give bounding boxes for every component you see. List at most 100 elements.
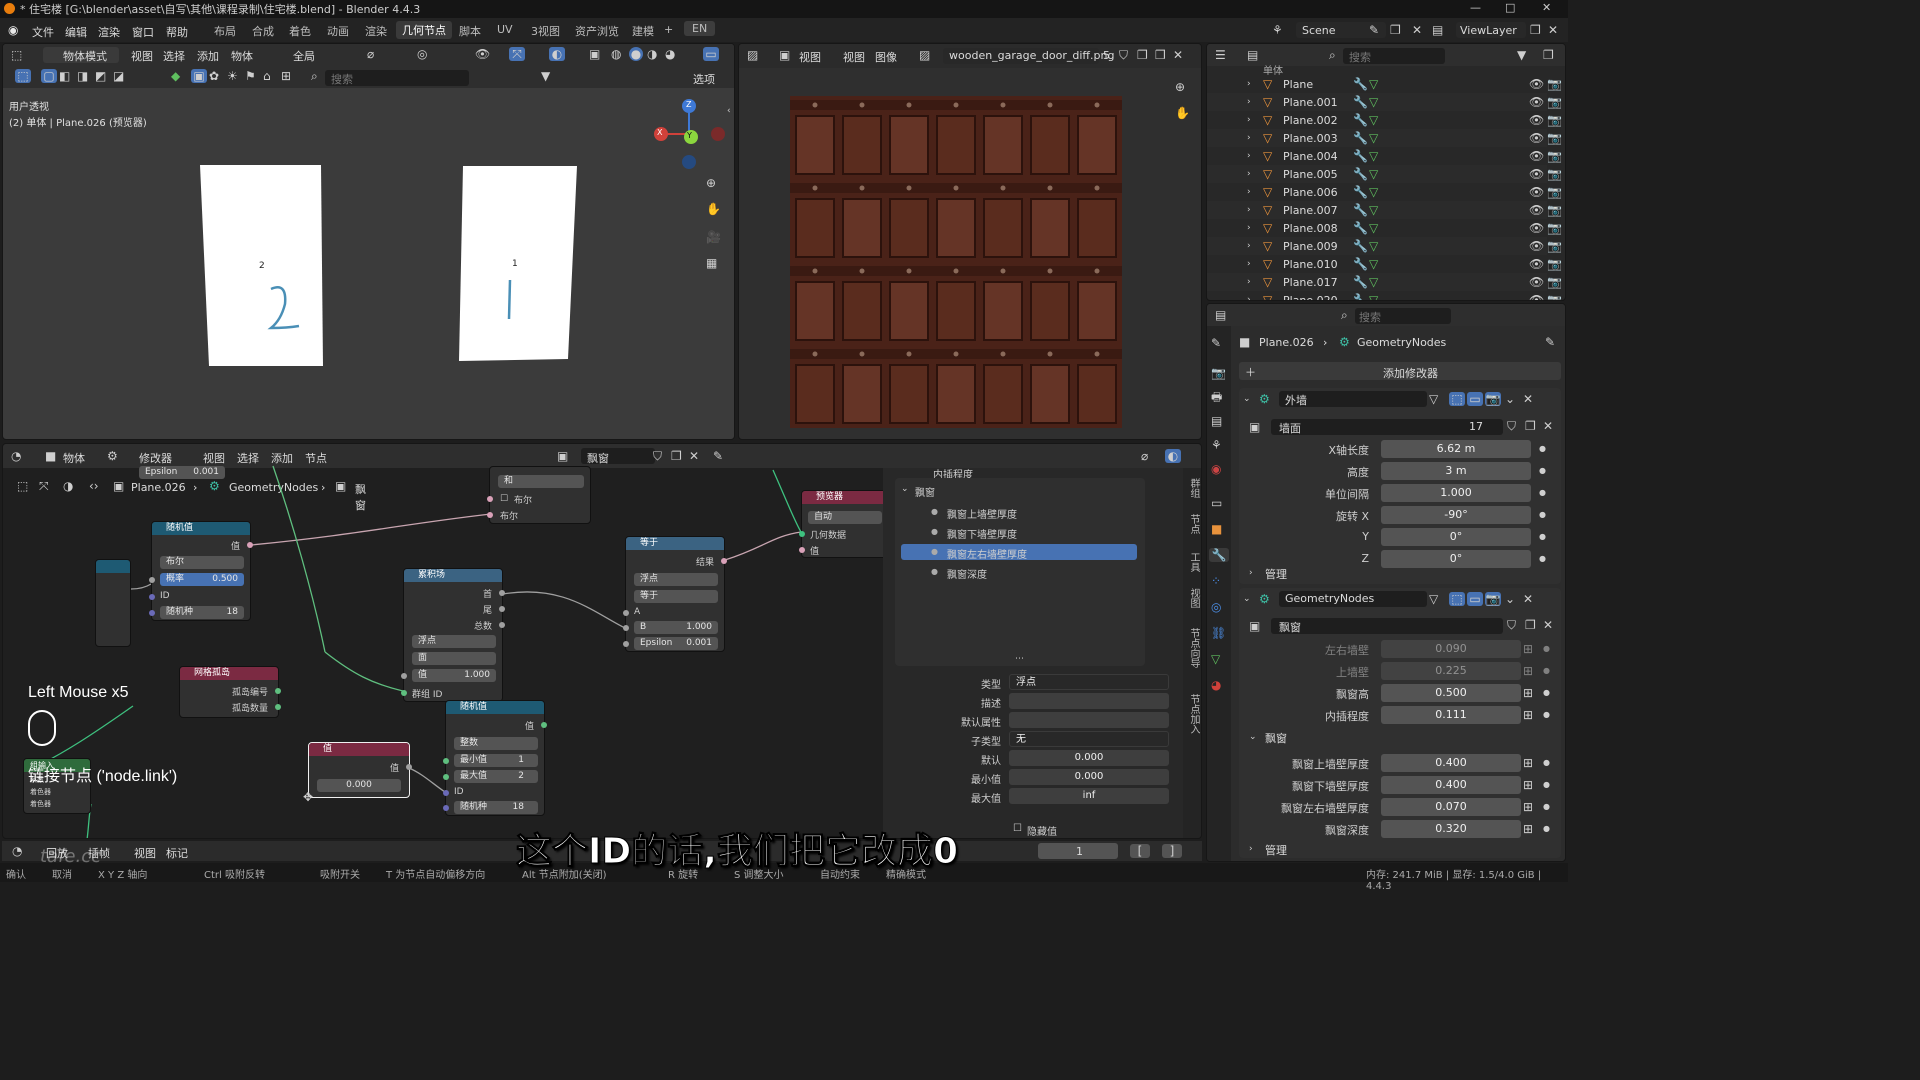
- maximize-button[interactable]: □: [1505, 1, 1515, 14]
- outliner-row[interactable]: › ▽ Plane.006 🔧 ▽ 👁 📷: [1207, 183, 1562, 201]
- tab-shading[interactable]: 着色: [289, 23, 311, 39]
- expand-arrow-icon[interactable]: ›: [1247, 149, 1251, 163]
- outliner-row[interactable]: › ▽ Plane.007 🔧 ▽ 👁 📷: [1207, 201, 1562, 219]
- outliner-row[interactable]: › ▽ Plane.005 🔧 ▽ 👁 📷: [1207, 165, 1562, 183]
- new-collection-icon[interactable]: ❐: [1543, 48, 1554, 62]
- random2-min-field[interactable]: 最小值 1: [454, 754, 538, 767]
- remove-modifier-icon[interactable]: ✕: [1523, 392, 1533, 406]
- outliner-filter-icon[interactable]: ▼: [1517, 48, 1526, 62]
- menu-file[interactable]: 文件: [32, 24, 54, 40]
- outliner-row[interactable]: › ▽ Plane.003 🔧 ▽ 👁 📷: [1207, 129, 1562, 147]
- field-value[interactable]: 0.111: [1381, 706, 1521, 724]
- resize-handle-icon[interactable]: ⋯: [1015, 654, 1024, 664]
- render-camera-icon[interactable]: 📷: [1547, 257, 1562, 271]
- collapse-arrow-icon[interactable]: ⌄: [1243, 392, 1251, 406]
- minimize-button[interactable]: —: [1470, 1, 1481, 14]
- field-anim-dot-icon[interactable]: ●: [1539, 530, 1546, 544]
- blender-menu-icon[interactable]: ◉: [8, 23, 18, 37]
- field-anim-dot-icon[interactable]: ●: [1543, 778, 1550, 792]
- field-anim-dot-icon[interactable]: ●: [1543, 664, 1550, 678]
- tab-scripting[interactable]: 脚本: [459, 23, 481, 39]
- socket-out-value[interactable]: [247, 542, 253, 548]
- expand-arrow-icon[interactable]: ›: [1247, 257, 1251, 271]
- field-input-toggle-icon[interactable]: ⊞: [1523, 800, 1533, 814]
- field-value[interactable]: 0.400: [1381, 754, 1521, 772]
- visibility-eye-icon[interactable]: 👁: [1529, 77, 1544, 91]
- outliner-row[interactable]: › ▽ Plane.017 🔧 ▽ 👁 📷: [1207, 273, 1562, 291]
- viewer-domain-dropdown[interactable]: 自动: [808, 511, 882, 524]
- field-anim-dot-icon[interactable]: ●: [1539, 552, 1546, 566]
- outliner-item-name[interactable]: Plane.003: [1283, 132, 1338, 145]
- snap-toggle-icon[interactable]: ⌀: [1141, 449, 1148, 463]
- field-anim-dot-icon[interactable]: ●: [1539, 464, 1546, 478]
- fake-user-icon[interactable]: ⛉: [1119, 48, 1128, 62]
- tab-rendering[interactable]: 渲染: [365, 23, 387, 39]
- socket-in-id[interactable]: [149, 594, 155, 600]
- image-editor[interactable]: ▨ ▣ 视图 视图 图像 ▨ wooden_garage_door_diff.p…: [738, 43, 1202, 440]
- gizmo-z-label[interactable]: Z: [686, 100, 691, 109]
- subpanel-collapse-icon[interactable]: ⌄: [1249, 730, 1257, 744]
- outliner-row[interactable]: › ▽ Plane.004 🔧 ▽ 👁 📷: [1207, 147, 1562, 165]
- socket-in-max[interactable]: [443, 774, 449, 780]
- random-type-dropdown[interactable]: 布尔: [160, 556, 244, 569]
- field-value[interactable]: 0°: [1381, 528, 1531, 546]
- field-value[interactable]: 0.090: [1381, 640, 1521, 658]
- socket-in-a[interactable]: [623, 610, 629, 616]
- outliner-row[interactable]: › ▽ Plane.008 🔧 ▽ 👁 📷: [1207, 219, 1562, 237]
- field-value[interactable]: 0.500: [1381, 684, 1521, 702]
- expand-arrow-icon[interactable]: ›: [1247, 167, 1251, 181]
- 3d-viewport[interactable]: ⬚ 物体模式 视图 选择 添加 物体 全局 ⌀ ◎ 👁 ⤧ ◐ ▣ ◍ ● ◑ …: [2, 43, 735, 440]
- probability-field[interactable]: 概率 0.500: [160, 573, 244, 586]
- compare-epsilon-field[interactable]: Epsilon 0.001: [634, 637, 718, 650]
- menu-help[interactable]: 帮助: [166, 24, 188, 40]
- socket-in-bool-2[interactable]: [487, 512, 493, 518]
- field-input-toggle-icon[interactable]: ⊞: [1523, 708, 1533, 722]
- outliner-row[interactable]: › ▽ Plane.020 🔧 ▽ 👁 📷: [1207, 291, 1562, 300]
- tool-tab-icon[interactable]: ✎: [1211, 336, 1221, 350]
- language-badge[interactable]: EN: [684, 21, 716, 36]
- image-new-icon[interactable]: ❐: [1137, 48, 1148, 62]
- outliner-row[interactable]: › ▽ Plane.001 🔧 ▽ 👁 📷: [1207, 93, 1562, 111]
- socket-out-trailing[interactable]: [499, 606, 505, 612]
- field-value[interactable]: 3 m: [1381, 462, 1531, 480]
- field-value[interactable]: 0.225: [1381, 662, 1521, 680]
- frame-start-icon[interactable]: [: [1130, 844, 1150, 858]
- visibility-eye-icon[interactable]: 👁: [1529, 203, 1544, 217]
- view-mode-icon[interactable]: ▣: [779, 48, 790, 62]
- boolean-op-dropdown[interactable]: 和: [498, 475, 584, 488]
- epsilon-top-field[interactable]: Epsilon 0.001: [139, 466, 225, 479]
- visibility-eye-icon[interactable]: 👁: [1529, 239, 1544, 253]
- expand-arrow-icon[interactable]: ›: [1247, 203, 1251, 217]
- sidebar-collapse-icon[interactable]: ‹: [727, 104, 731, 118]
- render-camera-icon[interactable]: 📷: [1547, 77, 1562, 91]
- image-editor-type-icon[interactable]: ▨: [747, 48, 758, 62]
- visibility-eye-icon[interactable]: 👁: [1529, 167, 1544, 181]
- image-menu-view[interactable]: 视图: [843, 49, 865, 65]
- outliner-item-name[interactable]: Plane: [1283, 78, 1313, 91]
- image-zoom-icon[interactable]: ⊕: [1175, 80, 1185, 94]
- field-value[interactable]: 6.62 m: [1381, 440, 1531, 458]
- node-editor[interactable]: ◔ ■ 物体 ⚙ 修改器 视图 选择 添加 节点 ▣ 飘窗 ⛉ ❐ ✕ ✎ ⌀ …: [2, 443, 1202, 839]
- render-camera-icon[interactable]: 📷: [1547, 185, 1562, 199]
- new-scene-icon[interactable]: ❐: [1390, 23, 1401, 37]
- value-input-field[interactable]: 0.000: [317, 779, 401, 792]
- socket-out-island-count[interactable]: [275, 704, 281, 710]
- socket-in-value[interactable]: [401, 673, 407, 679]
- compare-node[interactable]: 等于 结果 浮点 等于 A B 1.000 Epsilon 0.001: [623, 536, 727, 652]
- render-camera-icon[interactable]: 📷: [1547, 95, 1562, 109]
- compare-b-field[interactable]: B 1.000: [634, 621, 718, 634]
- outliner-item-name[interactable]: Plane.006: [1283, 186, 1338, 199]
- sidebar-tab[interactable]: 节点向导: [1186, 628, 1201, 668]
- field-input-toggle-icon[interactable]: ⊞: [1523, 756, 1533, 770]
- timeline-editor-icon[interactable]: ◔: [12, 844, 22, 858]
- sidebar-tab[interactable]: 工具: [1186, 552, 1201, 572]
- manage-expand-icon[interactable]: ›: [1249, 842, 1253, 856]
- render-camera-icon[interactable]: 📷: [1547, 293, 1562, 300]
- manage-label[interactable]: 管理: [1265, 842, 1287, 858]
- panel-collapse-icon[interactable]: ⌄: [901, 482, 909, 496]
- interface-item[interactable]: ● 飘窗下墙壁厚度: [901, 524, 1137, 541]
- tab-animation[interactable]: 动画: [327, 23, 349, 39]
- edit-mode-toggle-icon[interactable]: ▽: [1429, 392, 1438, 406]
- viewport-toggle-icon[interactable]: ▭: [1467, 392, 1483, 406]
- field-anim-dot-icon[interactable]: ●: [1543, 642, 1550, 656]
